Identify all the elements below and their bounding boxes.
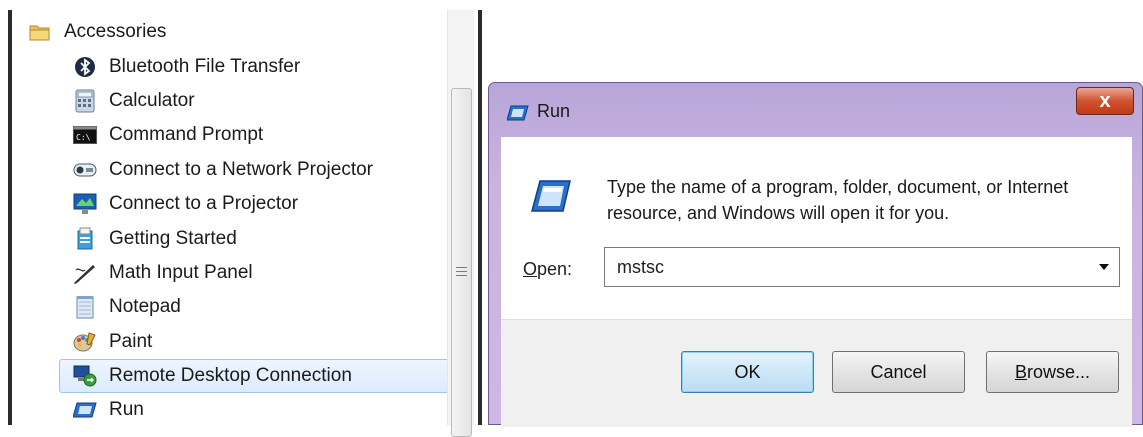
panel-border-right [478,10,482,425]
menu-item-label: Run [109,399,144,421]
menu-item-remote-desktop-connection[interactable]: Remote Desktop Connection [59,358,472,394]
bluetooth-icon [73,55,97,79]
dialog-button-bar: OK Cancel Browse... [501,319,1132,427]
svg-text:C:\: C:\ [76,133,91,142]
cancel-label: Cancel [870,361,927,382]
menu-item-label: Getting Started [109,227,237,249]
menu-item-command-prompt[interactable]: C:\ Command Prompt [28,118,448,152]
run-program-icon [531,179,571,213]
open-combobox[interactable]: mstsc [604,247,1120,287]
close-icon: x [1099,89,1111,112]
browse-accel: B [1014,361,1027,382]
run-title-icon [506,105,529,121]
open-input[interactable]: mstsc [617,257,1089,278]
calculator-icon [73,89,97,113]
run-dialog: Run x Type the name of a program, folder… [488,82,1143,427]
menu-item-notepad[interactable]: Notepad [28,290,448,324]
menu-item-math-input-panel[interactable]: Math Input Panel [28,256,448,290]
menu-item-label: Notepad [109,296,181,318]
menu-item-label: Math Input Panel [109,261,253,283]
ok-button[interactable]: OK [681,351,814,393]
open-label-rest: pen: [537,259,573,279]
math-input-icon [73,261,97,285]
menu-item-connect-network-projector[interactable]: Connect to a Network Projector [28,153,448,187]
menu-item-calculator[interactable]: Calculator [28,84,448,118]
grip-icon [456,267,467,279]
open-label: Open: [523,259,572,280]
programs-scrollbar[interactable] [447,10,474,437]
folder-accessories[interactable]: Accessories [28,15,448,49]
run-icon [73,398,97,422]
dialog-title: Run [537,101,571,121]
menu-item-run[interactable]: Run [28,393,448,427]
menu-item-label: Command Prompt [109,124,264,146]
remote-desktop-icon [73,364,97,388]
folder-label: Accessories [64,21,167,43]
command-prompt-icon: C:\ [73,123,97,147]
projector-icon [73,192,97,216]
folder-icon [28,20,52,44]
browse-label: Browse... [1015,362,1090,383]
cancel-button[interactable]: Cancel [832,351,965,393]
dropdown-arrow-icon[interactable] [1089,263,1119,271]
paint-icon [73,330,97,354]
start-menu-panel: Accessories Bluetooth File Transfer Calc… [0,0,484,437]
getting-started-icon [73,227,97,251]
menu-item-label: Connect to a Network Projector [109,158,374,180]
menu-item-label: Paint [109,330,153,352]
browse-rest: rowse... [1026,361,1091,382]
ok-label: OK [734,361,761,382]
programs-list: Accessories Bluetooth File Transfer Calc… [28,15,472,428]
dialog-client-area: Type the name of a program, folder, docu… [501,137,1132,427]
close-button[interactable]: x [1076,87,1134,115]
menu-item-paint[interactable]: Paint [28,325,448,359]
browse-button[interactable]: Browse... [986,351,1119,393]
menu-item-getting-started[interactable]: Getting Started [28,221,448,255]
menu-item-label: Connect to a Projector [109,193,299,215]
menu-item-bluetooth-file-transfer[interactable]: Bluetooth File Transfer [28,49,448,83]
open-label-accel: O [523,259,538,279]
menu-item-label: Bluetooth File Transfer [109,55,301,77]
scrollbar-thumb[interactable] [451,88,472,437]
network-projector-icon [73,158,97,182]
menu-item-label: Calculator [109,89,195,111]
menu-item-label: Remote Desktop Connection [109,365,352,387]
notepad-icon [73,295,97,319]
dialog-description: Type the name of a program, folder, docu… [607,177,1069,223]
menu-item-connect-projector[interactable]: Connect to a Projector [28,187,448,221]
panel-border-left [8,10,12,425]
